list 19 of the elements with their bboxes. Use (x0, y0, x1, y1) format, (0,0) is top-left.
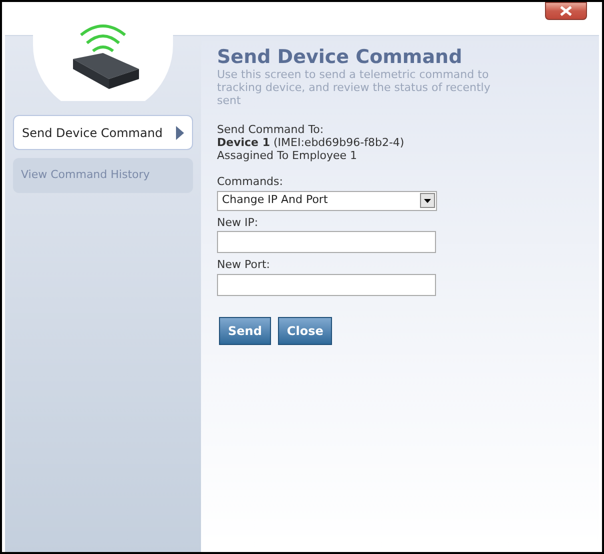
dropdown-value: Change IP And Port (222, 192, 328, 208)
close-icon (559, 6, 573, 16)
commands-dropdown[interactable]: Change IP And Port (217, 190, 437, 210)
triangle-icon (176, 126, 184, 140)
action-button[interactable]: Send (219, 316, 271, 344)
field-label: New IP: (217, 214, 260, 230)
page-title: Send Device Command (217, 46, 464, 68)
input-field[interactable] (217, 231, 436, 253)
input-field[interactable] (217, 274, 436, 296)
page-description: Use this screen to send a telemetric command to tracking device, and review the status of recently sent (217, 68, 492, 107)
send-to-label: Send Command To: (217, 123, 325, 136)
sidebar-item[interactable]: Send Device Command (13, 115, 193, 150)
device-info: Device 1 (IMEI:ebd69b96-f8b2-4) (217, 136, 406, 149)
field-label: New Port: (217, 257, 272, 273)
action-button[interactable]: Close (278, 316, 332, 344)
commands-label: Commands: (217, 174, 284, 190)
sidebar-item[interactable]: View Command History (13, 158, 193, 193)
assigned-text: Assagined To Employee 1 (217, 149, 358, 162)
close-button[interactable] (545, 2, 587, 20)
